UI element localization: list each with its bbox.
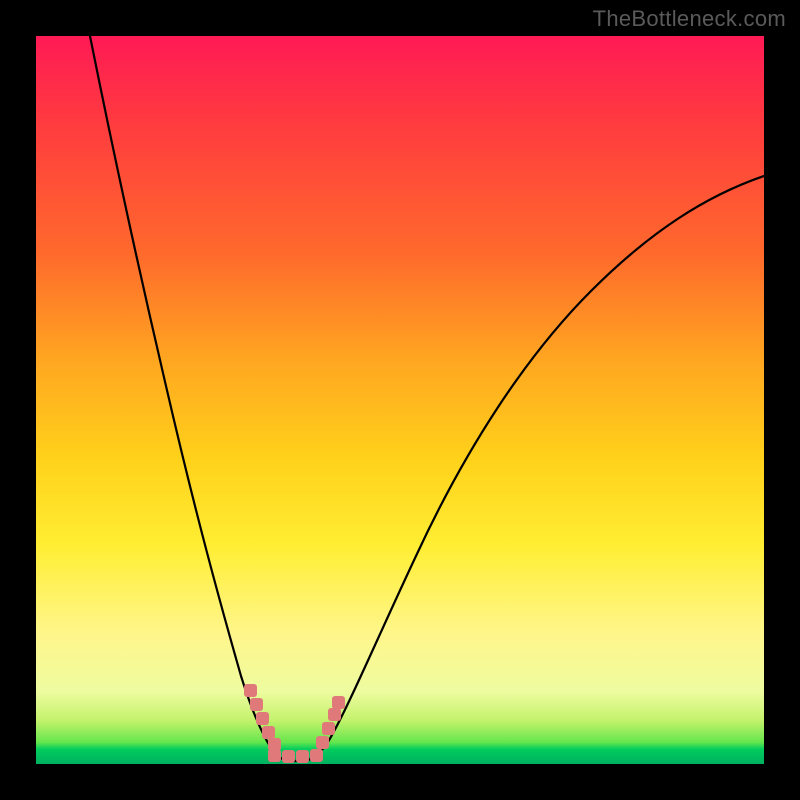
bottleneck-curve-svg (36, 36, 764, 764)
bottleneck-curve (90, 36, 764, 761)
plot-area (36, 36, 764, 764)
watermark-text: TheBottleneck.com (593, 6, 786, 32)
min-marker (244, 684, 345, 763)
chart-frame: TheBottleneck.com (0, 0, 800, 800)
